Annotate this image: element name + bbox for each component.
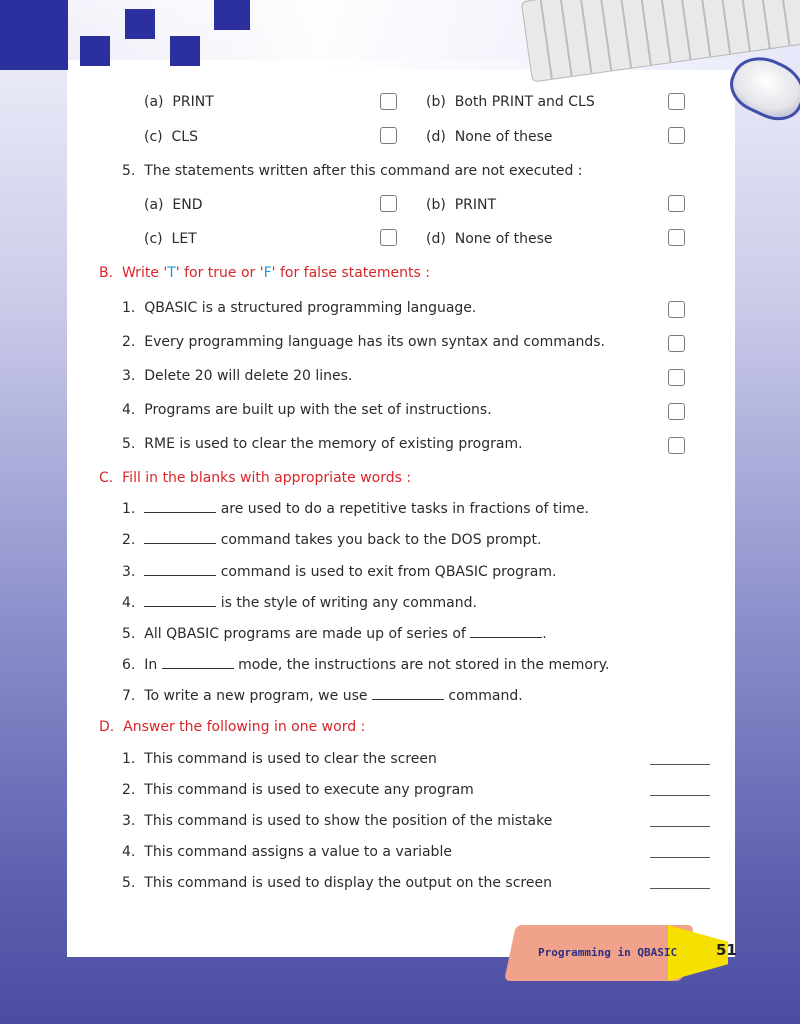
tf-answer-box[interactable] — [668, 403, 685, 420]
tf-item: 5. RME is used to clear the memory of ex… — [122, 436, 523, 452]
q5-option-a-checkbox[interactable] — [380, 195, 397, 212]
q5-option-d: (d) None of these — [426, 231, 553, 247]
corner-square — [214, 0, 250, 30]
corner-square — [0, 0, 68, 70]
chapter-title: Programming in QBASIC — [538, 946, 678, 959]
fill-blank-item: 1. are used to do a repetitive tasks in … — [122, 501, 590, 517]
tf-answer-box[interactable] — [668, 335, 685, 352]
blank-line[interactable] — [144, 595, 217, 607]
blank-line[interactable] — [161, 657, 234, 669]
q5-option-c: (c) LET — [144, 231, 197, 247]
blank-line[interactable] — [144, 532, 217, 544]
q5-option-b: (b) PRINT — [426, 197, 497, 213]
blank-line[interactable] — [144, 501, 217, 513]
q4-option-b-checkbox[interactable] — [668, 93, 685, 110]
q4-option-c-checkbox[interactable] — [380, 127, 397, 144]
q4-option-b: (b) Both PRINT and CLS — [426, 94, 595, 110]
page-number: 51 — [716, 941, 737, 959]
q5-option-a: (a) END — [144, 197, 203, 213]
q5-option-d-checkbox[interactable] — [668, 229, 685, 246]
q4-option-d: (d) None of these — [426, 129, 553, 145]
section-d-heading: D. Answer the following in one word : — [99, 719, 366, 735]
q4-option-a: (a) PRINT — [144, 94, 214, 110]
one-word-item: 5. This command is used to display the o… — [122, 875, 552, 891]
corner-square — [125, 9, 155, 39]
tf-answer-box[interactable] — [668, 369, 685, 386]
corner-square — [170, 36, 200, 66]
section-b-heading: B. Write 'T' for true or 'F' for false s… — [99, 265, 430, 281]
fill-blank-item: 7. To write a new program, we use comman… — [122, 688, 523, 704]
blank-line[interactable] — [470, 626, 543, 638]
fill-blank-item: 2. command takes you back to the DOS pro… — [122, 532, 542, 548]
answer-line[interactable] — [650, 888, 710, 889]
one-word-item: 1. This command is used to clear the scr… — [122, 751, 437, 767]
one-word-item: 3. This command is used to show the posi… — [122, 813, 553, 829]
tf-item: 4. Programs are built up with the set of… — [122, 402, 492, 418]
tf-answer-box[interactable] — [668, 301, 685, 318]
one-word-item: 4. This command assigns a value to a var… — [122, 844, 452, 860]
tf-item: 1. QBASIC is a structured programming la… — [122, 300, 477, 316]
answer-line[interactable] — [650, 826, 710, 827]
q5-question: 5. The statements written after this com… — [122, 163, 583, 179]
corner-square — [80, 36, 110, 66]
blank-line[interactable] — [144, 564, 217, 576]
q5-option-b-checkbox[interactable] — [668, 195, 685, 212]
tf-item: 3. Delete 20 will delete 20 lines. — [122, 368, 353, 384]
fill-blank-item: 5. All QBASIC programs are made up of se… — [122, 626, 547, 642]
tf-item: 2. Every programming language has its ow… — [122, 334, 605, 350]
fill-blank-item: 6. In mode, the instructions are not sto… — [122, 657, 610, 673]
answer-line[interactable] — [650, 857, 710, 858]
blank-line[interactable] — [371, 688, 444, 700]
q5-option-c-checkbox[interactable] — [380, 229, 397, 246]
fill-blank-item: 3. command is used to exit from QBASIC p… — [122, 564, 557, 580]
answer-line[interactable] — [650, 795, 710, 796]
q4-option-c: (c) CLS — [144, 129, 198, 145]
q4-option-a-checkbox[interactable] — [380, 93, 397, 110]
tf-answer-box[interactable] — [668, 437, 685, 454]
section-c-heading: C. Fill in the blanks with appropriate w… — [99, 470, 412, 486]
answer-line[interactable] — [650, 764, 710, 765]
one-word-item: 2. This command is used to execute any p… — [122, 782, 474, 798]
q4-option-d-checkbox[interactable] — [668, 127, 685, 144]
fill-blank-item: 4. is the style of writing any command. — [122, 595, 477, 611]
